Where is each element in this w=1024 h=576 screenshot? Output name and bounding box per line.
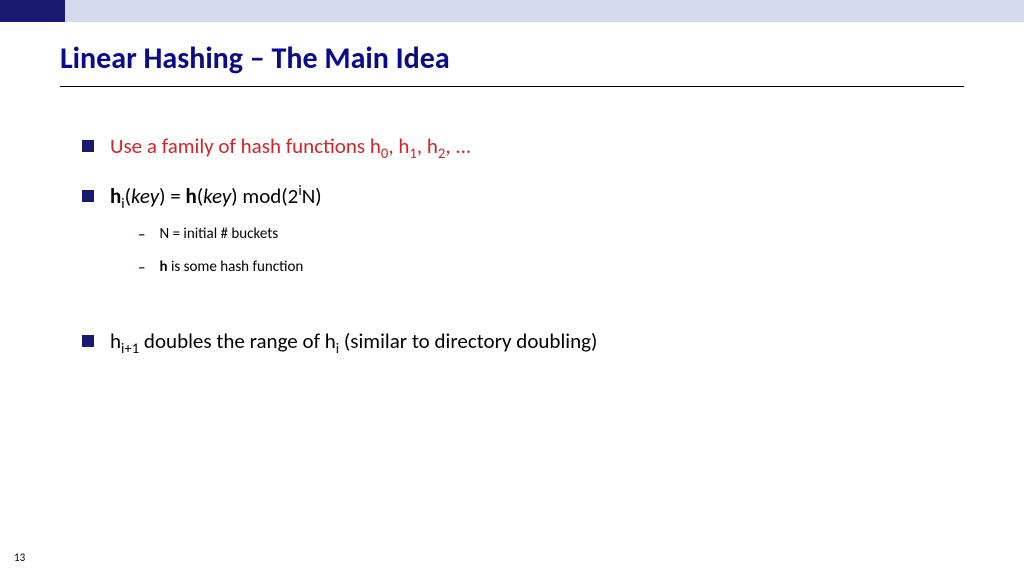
- bullet-item-3: hi+1 doubles the range of hi (similar to…: [60, 327, 964, 355]
- slide: Linear Hashing – The Main Idea Use a fam…: [0, 0, 1024, 576]
- sub-bullet-1: – N = initial # buckets: [60, 225, 964, 244]
- dash-marker-icon: –: [138, 226, 145, 244]
- sub-text-1: N = initial # buckets: [159, 225, 278, 243]
- content-area: Use a family of hash functions h0, h1, h…: [60, 120, 964, 355]
- page-number: 13: [14, 551, 25, 564]
- bullet-text-2: hi(key) = h(key) mod(2iN): [110, 182, 322, 210]
- sub-text-2: h is some hash function: [159, 258, 303, 276]
- slide-title: Linear Hashing – The Main Idea: [60, 40, 450, 77]
- dash-marker-icon: –: [138, 259, 145, 277]
- spacer: [60, 277, 964, 305]
- top-accent-box: [0, 0, 65, 22]
- bullet-marker-icon: [82, 140, 94, 152]
- top-bar: [0, 0, 1024, 22]
- bullet-text-1: Use a family of hash functions h0, h1, h…: [110, 132, 471, 160]
- sub-bullet-2: – h is some hash function: [60, 258, 964, 277]
- bullet-text-3: hi+1 doubles the range of hi (similar to…: [110, 327, 597, 355]
- title-divider: [60, 86, 964, 87]
- bullet-item-2: hi(key) = h(key) mod(2iN): [60, 182, 964, 210]
- bullet-marker-icon: [82, 190, 94, 202]
- bullet-item-1: Use a family of hash functions h0, h1, h…: [60, 132, 964, 160]
- bullet-marker-icon: [82, 335, 94, 347]
